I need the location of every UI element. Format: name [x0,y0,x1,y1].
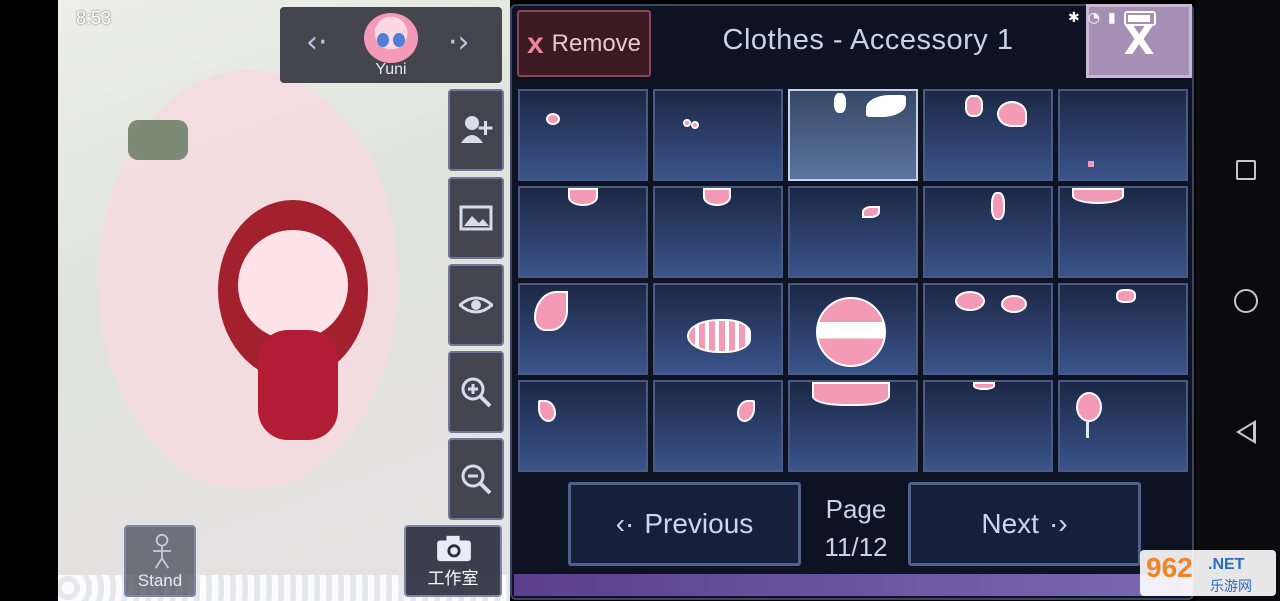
accessory-item[interactable] [518,283,648,375]
system-status-icons: ✱ ◔ ▮ [1068,10,1156,26]
next-label: Next [981,508,1039,539]
page-indicator: Page 11/12 [806,490,906,566]
accessory-item[interactable] [923,283,1053,375]
home-icon[interactable] [1234,289,1258,313]
accessory-item[interactable] [518,380,648,472]
accessory-item[interactable] [1058,186,1188,278]
studio-button[interactable]: 工作室 [404,525,502,597]
recent-apps-icon[interactable] [1236,160,1256,180]
chevron-right-dot-icon[interactable]: ·› [448,25,470,60]
watermark-cn: 乐游网 [1210,579,1252,595]
chevron-left-dot-icon[interactable]: ‹· [306,25,328,60]
studio-label: 工作室 [427,569,479,589]
accessory-grid [518,89,1188,473]
previous-button[interactable]: ‹· Previous [568,482,801,566]
page-value: 11/12 [824,532,888,562]
accessory-item[interactable] [788,283,918,375]
wifi-icon: ◔ [1087,10,1100,26]
accessory-item[interactable] [1058,283,1188,375]
zoom-out-button[interactable] [448,438,504,520]
watermark-net: .NET [1208,556,1245,573]
avatar[interactable] [364,13,418,63]
remove-x-icon: x [526,26,544,60]
camera-icon [437,535,471,562]
stand-button[interactable]: Stand [124,525,196,597]
accessory-item[interactable] [653,380,783,472]
panel-title: Clothes - Accessory 1 [722,24,1014,56]
bluetooth-icon: ✱ [1068,10,1080,26]
accessory-item[interactable] [923,186,1053,278]
accessory-item[interactable] [1058,89,1188,181]
zoom-in-button[interactable] [448,351,504,433]
accessory-item[interactable] [923,89,1053,181]
panel-bottom-bar [514,574,1192,596]
zoom-out-icon [461,464,492,495]
accessory-item[interactable] [788,89,918,181]
zoom-in-icon [461,377,492,408]
character-name: Yuni [375,61,407,78]
accessory-item[interactable] [653,283,783,375]
battery-icon [1123,10,1156,26]
signal-icon: ▮ [1107,10,1116,26]
background-button[interactable] [448,177,504,259]
accessory-item[interactable] [653,186,783,278]
accessory-item[interactable] [518,186,648,278]
remove-label: Remove [551,29,642,57]
green-bow [128,120,188,160]
previous-label: Previous [644,508,754,539]
chevron-left-dot-icon: ‹· [615,508,635,539]
accessory-item[interactable] [788,186,918,278]
remove-button[interactable]: x Remove [517,10,651,77]
background-image-icon [459,205,493,231]
watermark-number: 962 [1146,552,1193,583]
back-icon[interactable] [1236,420,1256,444]
character-face [238,230,348,340]
chevron-right-dot-icon: ·› [1048,508,1068,539]
accessory-item[interactable] [788,380,918,472]
next-button[interactable]: Next ·› [908,482,1141,566]
character-scene [58,0,510,601]
accessory-item[interactable] [518,89,648,181]
eye-icon [459,296,493,314]
stick-figure-icon [153,533,171,569]
page-label: Page [825,494,887,524]
character-selector: ‹· ·› Yuni [280,7,502,83]
accessory-item[interactable] [653,89,783,181]
add-character-button[interactable] [448,89,504,171]
stand-label: Stand [137,571,183,590]
add-character-icon [461,116,493,143]
accessory-item[interactable] [1058,380,1188,472]
status-time: 8:53 [76,8,112,28]
android-nav-bar [1196,0,1280,601]
character-dress [258,330,338,440]
visibility-button[interactable] [448,264,504,346]
site-watermark: 962 .NET 乐游网 [1140,550,1276,596]
accessory-item[interactable] [923,380,1053,472]
